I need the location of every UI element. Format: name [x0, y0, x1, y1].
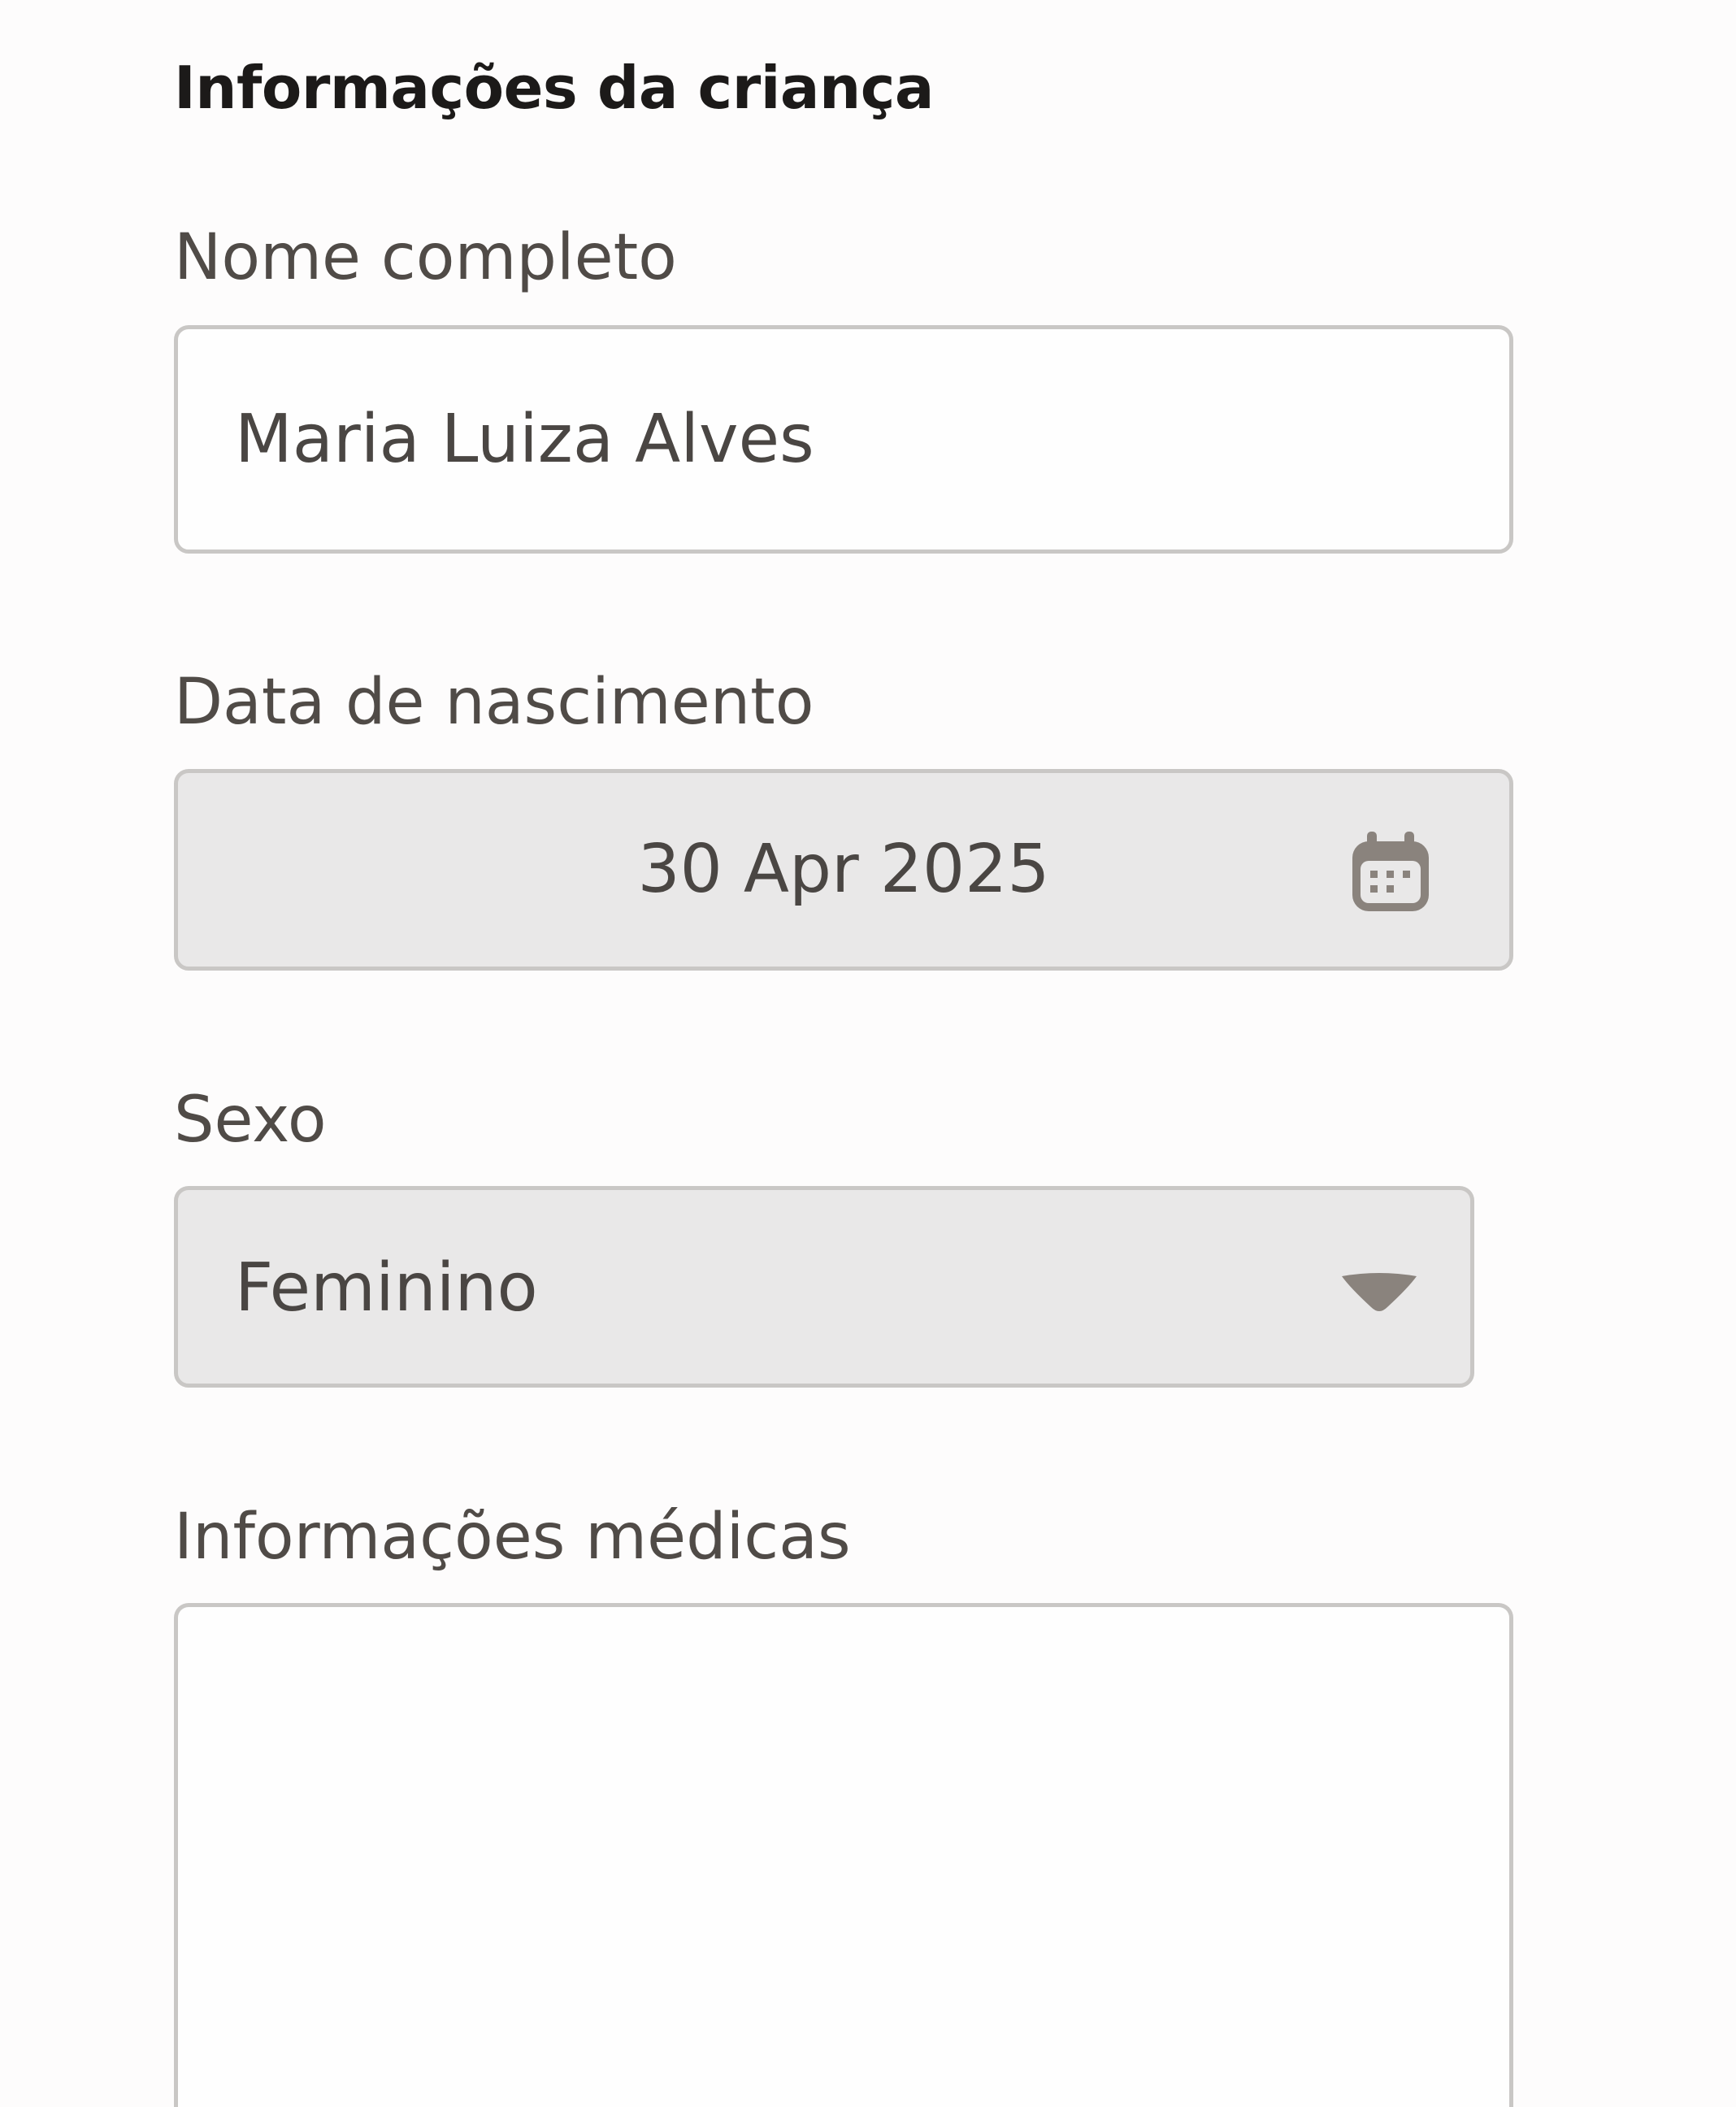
full-name-input[interactable]: Maria Luiza Alves: [174, 325, 1513, 554]
sex-selected-value: Feminino: [235, 1249, 538, 1327]
birth-date-field[interactable]: 30 Apr 2025: [174, 769, 1513, 971]
birth-date-label: Data de nascimento: [174, 666, 814, 739]
calendar-icon[interactable]: [1349, 830, 1432, 914]
chevron-down-icon: [1342, 1273, 1417, 1311]
birth-date-value: 30 Apr 2025: [637, 831, 1050, 908]
full-name-value: Maria Luiza Alves: [235, 401, 814, 478]
medical-info-textarea[interactable]: [174, 1603, 1513, 2107]
sex-select[interactable]: Feminino: [174, 1186, 1474, 1388]
full-name-label: Nome completo: [174, 221, 677, 294]
sex-label: Sexo: [174, 1084, 327, 1157]
medical-info-label: Informações médicas: [174, 1501, 851, 1574]
section-title: Informações da criança: [174, 54, 935, 122]
